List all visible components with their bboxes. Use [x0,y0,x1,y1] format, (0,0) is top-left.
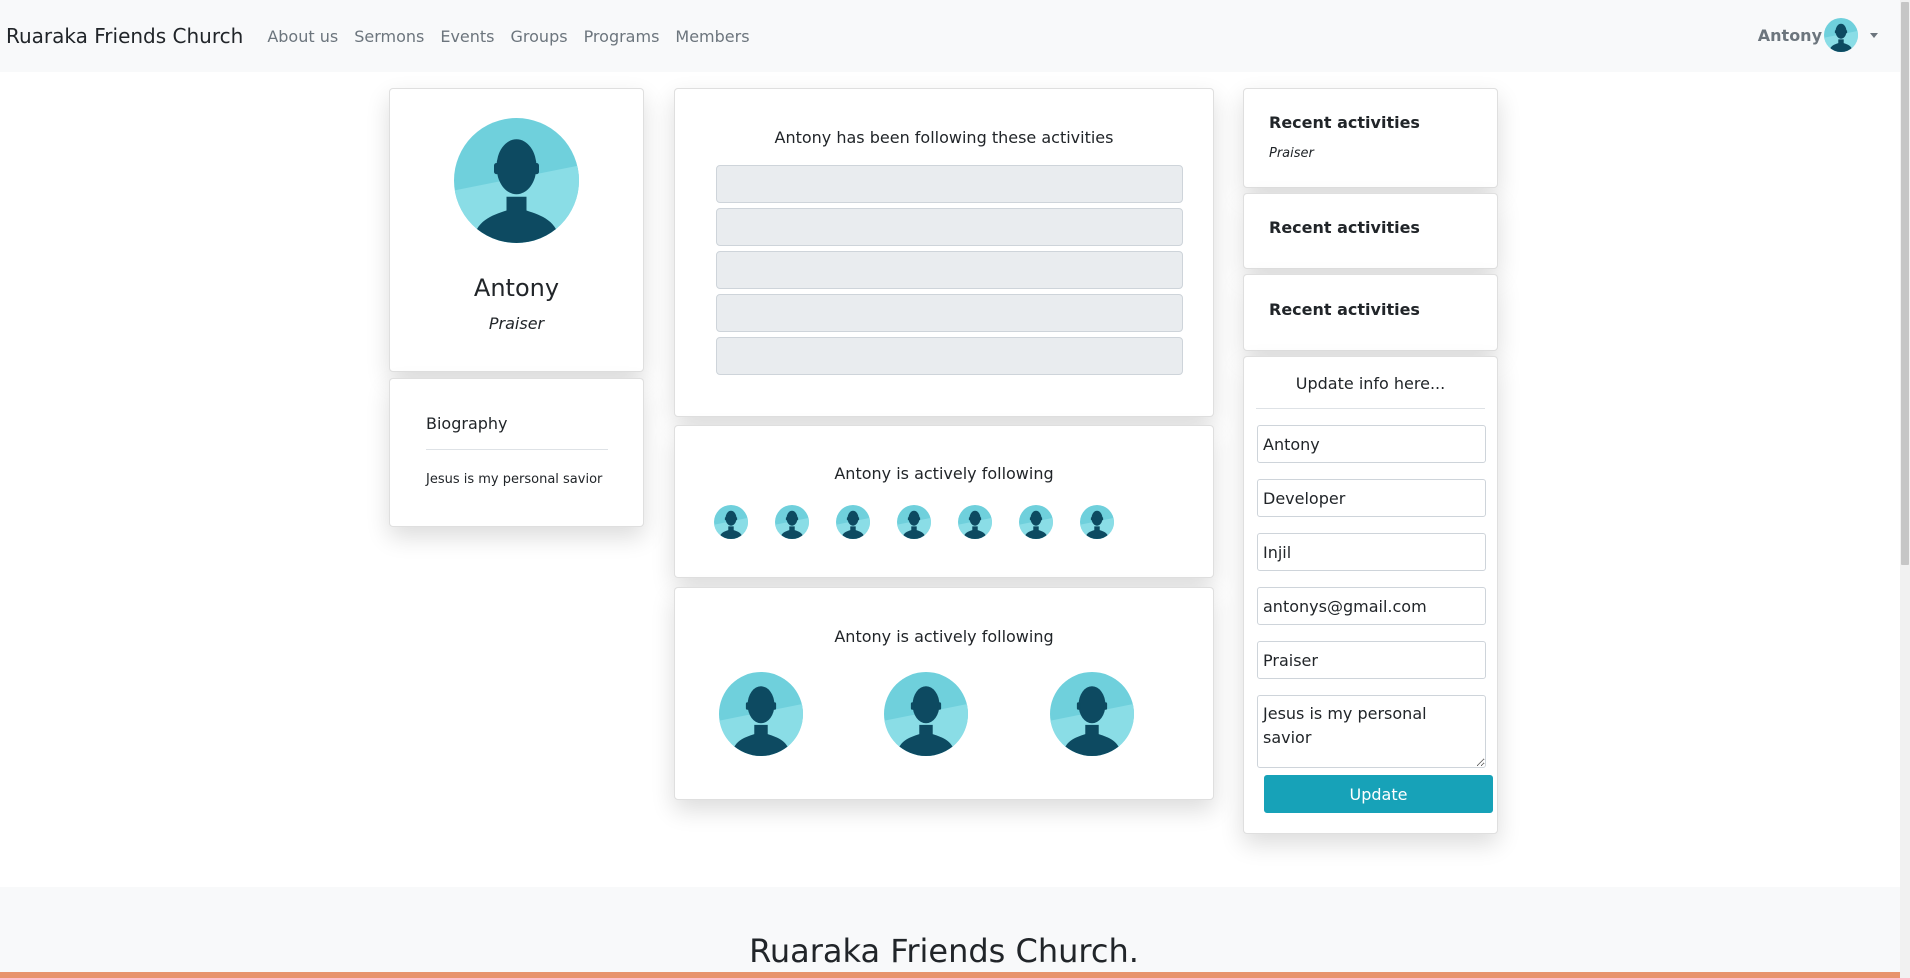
update-button[interactable]: Update [1264,775,1493,813]
biography-title: Biography [426,414,508,433]
user-menu-name: Antony [1757,25,1822,45]
recent-activities-subtitle: Praiser [1269,146,1314,161]
nav-link-programs[interactable]: Programs [584,27,660,46]
profile-role: Praiser [488,314,545,333]
profile-name: Antony [473,274,560,302]
followed-avatar-icon[interactable] [1050,672,1134,756]
email-field[interactable] [1257,587,1486,625]
footer: Ruaraka Friends Church. [0,887,1900,978]
page-scrollbar[interactable] [1900,0,1910,978]
bottom-strip [0,972,1900,978]
followed-avatar-icon[interactable] [719,672,803,756]
nav-link-groups[interactable]: Groups [511,27,568,46]
nav-link-events[interactable]: Events [440,27,494,46]
footer-title: Ruaraka Friends Church. [749,932,1139,970]
recent-activities-title: Recent activities [1269,218,1420,237]
activities-heading: Antony has been following these activiti… [774,128,1114,147]
user-menu-toggle[interactable]: Antony [1758,18,1878,52]
activity-item[interactable] [716,208,1183,246]
scrollbar-thumb[interactable] [1901,2,1909,565]
top-navbar: Ruaraka Friends Church About us Sermons … [0,0,1900,72]
activity-item[interactable] [716,165,1183,203]
recent-activities-title: Recent activities [1269,300,1420,319]
biography-divider [426,449,608,450]
user-avatar-icon [1824,18,1858,52]
nav-link-about[interactable]: About us [267,27,338,46]
followed-avatar-icon[interactable] [958,505,992,539]
occupation-field[interactable] [1257,479,1486,517]
bio-textarea[interactable]: Jesus is my personal savior [1257,695,1486,768]
followed-avatar-icon[interactable] [714,505,748,539]
update-info-card: Update info here... Jesus is my personal… [1243,356,1498,834]
activities-card: Antony has been following these activiti… [674,88,1214,417]
followed-avatar-icon[interactable] [775,505,809,539]
followed-avatar-icon[interactable] [836,505,870,539]
activity-item[interactable] [716,251,1183,289]
church-field[interactable] [1257,533,1486,571]
nav-link-members[interactable]: Members [675,27,749,46]
following-small-heading: Antony is actively following [834,464,1054,483]
nav-link-sermons[interactable]: Sermons [354,27,424,46]
recent-activities-title: Recent activities [1269,113,1420,132]
followed-avatar-icon[interactable] [884,672,968,756]
caret-down-icon [1870,32,1878,38]
profile-card: Antony Praiser [389,88,644,372]
followed-avatar-icon[interactable] [897,505,931,539]
followed-avatar-icon[interactable] [1019,505,1053,539]
following-small-card: Antony is actively following [674,425,1214,578]
update-divider [1256,408,1485,409]
recent-activities-card: Recent activities Praiser [1243,88,1498,188]
biography-text: Jesus is my personal savior [426,472,603,487]
followed-avatar-icon[interactable] [1080,505,1114,539]
name-field[interactable] [1257,425,1486,463]
following-large-heading: Antony is actively following [834,627,1054,646]
following-large-card: Antony is actively following [674,587,1214,800]
recent-activities-card: Recent activities [1243,274,1498,351]
activity-item[interactable] [716,337,1183,375]
role-field[interactable] [1257,641,1486,679]
recent-activities-card: Recent activities [1243,193,1498,269]
activity-item[interactable] [716,294,1183,332]
biography-card: Biography Jesus is my personal savior [389,378,644,527]
brand-link[interactable]: Ruaraka Friends Church [6,24,243,48]
profile-avatar-icon [454,118,579,243]
update-heading: Update info here... [1295,374,1446,393]
